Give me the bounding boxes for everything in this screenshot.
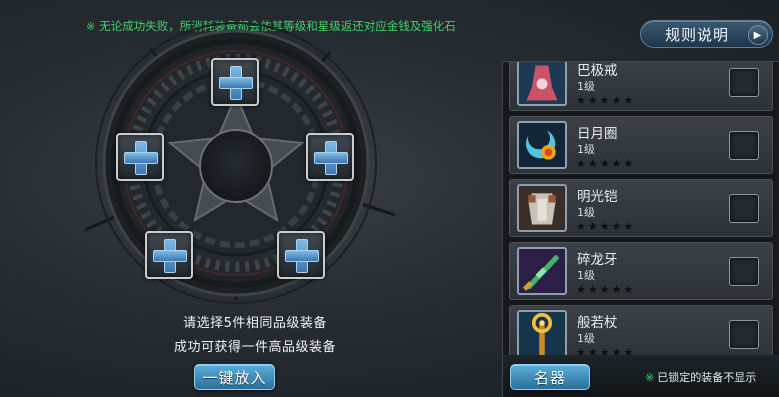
plus-icon — [285, 239, 319, 273]
item-name: 碎龙牙 — [577, 252, 618, 268]
arrow-right-icon: ▶ — [748, 25, 768, 45]
equipment-slot-1[interactable] — [211, 58, 259, 106]
item-stars: ★★★★★ — [576, 346, 636, 355]
list-item[interactable]: 明光铠 1级 ★★★★★ — [509, 179, 773, 237]
equipment-slot-2[interactable] — [306, 133, 354, 181]
forge-hint-line1: 请选择5件相同品级装备 — [183, 316, 327, 331]
item-name: 明光铠 — [577, 189, 618, 205]
item-select-checkbox[interactable] — [729, 320, 759, 349]
rules-button-label: 规则说明 — [665, 25, 730, 44]
item-name: 巴极戒 — [577, 63, 618, 79]
item-level: 1级 — [577, 332, 595, 345]
item-name: 般若杖 — [577, 315, 618, 331]
locked-note-text: 已锁定的装备不显示 — [657, 371, 757, 384]
list-item[interactable]: 巴极戒 1级 ★★★★★ — [509, 62, 773, 111]
equipment-slot-5[interactable] — [116, 133, 164, 181]
plus-icon — [219, 66, 253, 100]
item-select-checkbox[interactable] — [729, 194, 759, 223]
item-level: 1级 — [577, 143, 595, 156]
equipment-slot-4[interactable] — [145, 231, 193, 279]
staff-icon — [517, 310, 567, 355]
sun-moon-ring-icon — [517, 121, 567, 169]
list-item[interactable]: 日月圈 1级 ★★★★★ — [509, 116, 773, 174]
locked-mark: ※ — [645, 371, 655, 384]
auto-place-button[interactable]: 一键放入 — [194, 364, 275, 390]
item-name: 日月圈 — [577, 126, 618, 142]
plus-icon — [314, 141, 348, 175]
locked-note: ※ 已锁定的装备不显示 — [645, 369, 756, 385]
item-stars: ★★★★★ — [576, 220, 636, 233]
item-stars: ★★★★★ — [576, 283, 636, 296]
list-item[interactable]: 般若杖 1级 ★★★★★ — [509, 305, 773, 355]
list-item[interactable]: 碎龙牙 1级 ★★★★★ — [509, 242, 773, 300]
item-level: 1级 — [577, 206, 595, 219]
item-level: 1级 — [577, 269, 595, 282]
rules-button[interactable]: 规则说明 ▶ — [640, 20, 773, 48]
item-select-checkbox[interactable] — [729, 68, 759, 97]
item-stars: ★★★★★ — [576, 157, 636, 170]
category-button[interactable]: 名器 — [510, 364, 590, 390]
plus-icon — [124, 141, 158, 175]
equipment-slot-3[interactable] — [277, 231, 325, 279]
item-select-checkbox[interactable] — [729, 257, 759, 286]
item-stars: ★★★★★ — [576, 94, 636, 107]
robe-icon — [517, 62, 567, 106]
item-level: 1级 — [577, 80, 595, 93]
plus-icon — [153, 239, 187, 273]
equipment-list[interactable]: 巴极戒 1级 ★★★★★ 日月圈 1级 ★★★★★ 明光铠 1级 ★★★★★ 碎… — [502, 61, 779, 355]
dragon-blade-icon — [517, 247, 567, 295]
forge-hint-line2: 成功可获得一件高品级装备 — [173, 340, 336, 355]
armor-icon — [517, 184, 567, 232]
item-select-checkbox[interactable] — [729, 131, 759, 160]
